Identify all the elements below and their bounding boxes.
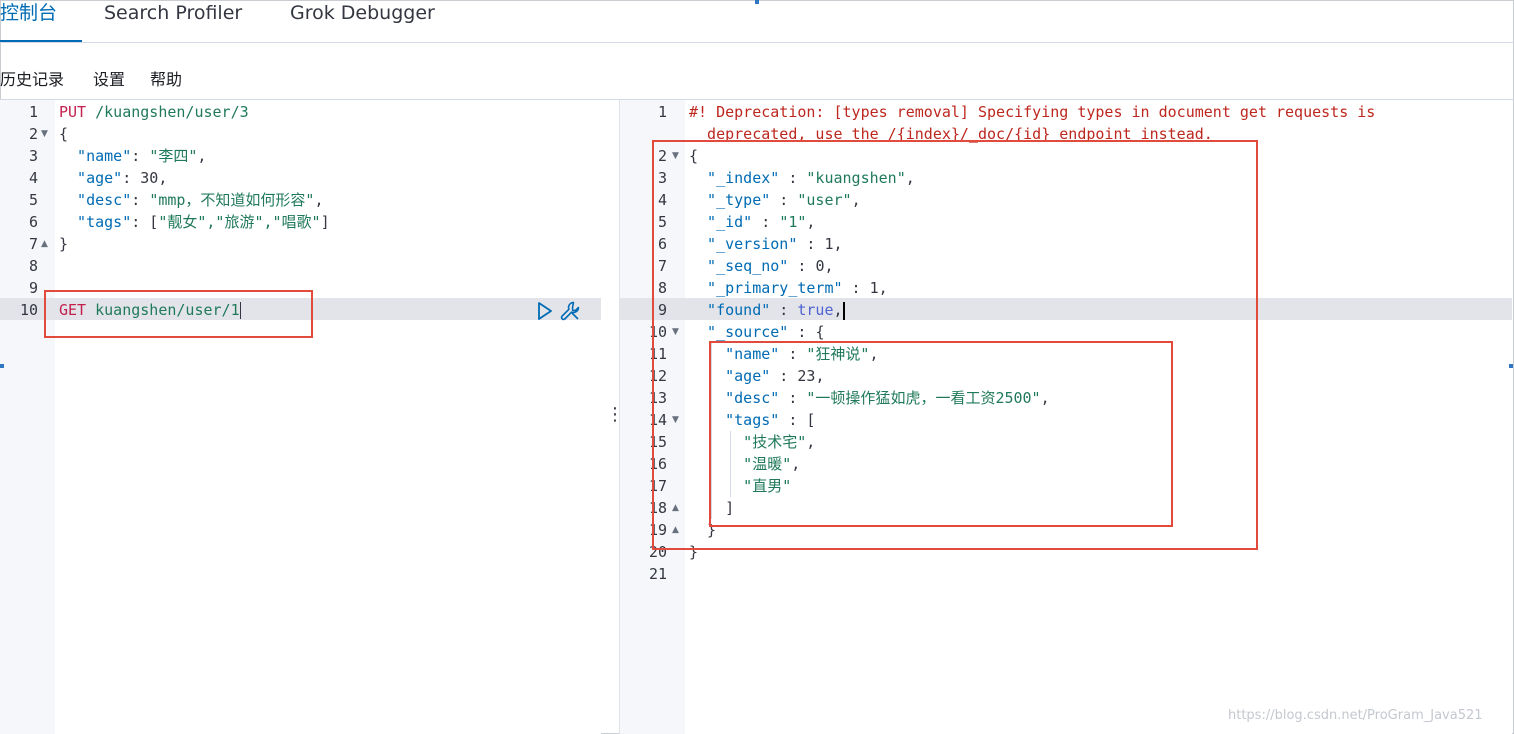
tab-console[interactable]: 控制台 [0, 0, 82, 42]
line-number: 1 [28, 103, 38, 121]
json-punct: , [314, 191, 324, 209]
json-punct: , [197, 147, 207, 165]
json-punct: ] [320, 213, 330, 231]
code-line: "name": "李四", [59, 145, 206, 167]
tab-grok-debugger[interactable]: Grok Debugger [290, 0, 435, 42]
code-line: } [59, 235, 69, 253]
fold-toggle-icon[interactable]: ▲ [41, 233, 48, 255]
code-line: { [59, 125, 69, 143]
watermark: https://blog.csdn.net/ProGram_Java521 [1228, 708, 1483, 723]
json-punct: : [131, 147, 150, 165]
line-number: 7 [28, 235, 38, 253]
json-value: "靓女","旅游","唱歌" [158, 213, 321, 231]
json-punct: : [ [131, 213, 159, 231]
selection-handle [1509, 364, 1513, 368]
tab-search-profiler-label: Search Profiler [104, 2, 243, 24]
resize-handle-icon[interactable]: ⋮ [606, 404, 624, 425]
line-number: 10 [19, 301, 38, 319]
json-key: "tags" [59, 213, 132, 231]
line-number: 21 [648, 565, 667, 583]
wrench-icon[interactable] [559, 300, 581, 322]
json-value: "mmp，不知道如何形容" [149, 191, 315, 209]
annotation-box-request [44, 290, 313, 338]
code-line: "desc": "mmp，不知道如何形容", [59, 189, 324, 211]
json-value: 30 [140, 169, 159, 187]
line-number: 9 [28, 279, 38, 297]
menu-help[interactable]: 帮助 [150, 66, 182, 90]
fold-toggle-icon[interactable]: ▼ [41, 123, 48, 145]
code-line: PUT /kuangshen/user/3 [59, 101, 249, 123]
json-key: "age" [59, 169, 123, 187]
code-line: "tags": ["靓女","旅游","唱歌"] [59, 211, 330, 233]
code-line: "age": 30, [59, 167, 167, 189]
menu-history[interactable]: 历史记录 [0, 66, 64, 90]
tab-bar: 控制台 Search Profiler Grok Debugger [0, 0, 1514, 43]
active-tab-underline [0, 40, 82, 42]
http-method: PUT [59, 103, 87, 121]
line-number: 1 [657, 103, 667, 121]
line-number: 2 [28, 125, 38, 143]
json-key: "desc" [59, 191, 132, 209]
line-number: 8 [28, 257, 38, 275]
tab-grok-debugger-label: Grok Debugger [290, 2, 435, 24]
json-punct: , [158, 169, 168, 187]
json-punct: : [122, 169, 141, 187]
play-icon[interactable] [534, 300, 556, 322]
json-key: "name" [59, 147, 132, 165]
menu-settings[interactable]: 设置 [93, 66, 125, 90]
selection-handle [755, 0, 759, 4]
selection-handle [0, 364, 4, 368]
deprecation-warning: #! Deprecation: [types removal] Specifyi… [689, 103, 1376, 121]
line-number: 3 [28, 147, 38, 165]
line-number: 6 [28, 213, 38, 231]
tab-search-profiler[interactable]: Search Profiler [104, 0, 242, 42]
request-url: /kuangshen/user/3 [86, 103, 249, 121]
annotation-box-source [709, 341, 1173, 527]
json-value: "李四" [149, 147, 198, 165]
tab-console-label: 控制台 [0, 2, 58, 24]
line-number: 4 [28, 169, 38, 187]
line-number: 5 [28, 191, 38, 209]
json-punct: : [131, 191, 150, 209]
